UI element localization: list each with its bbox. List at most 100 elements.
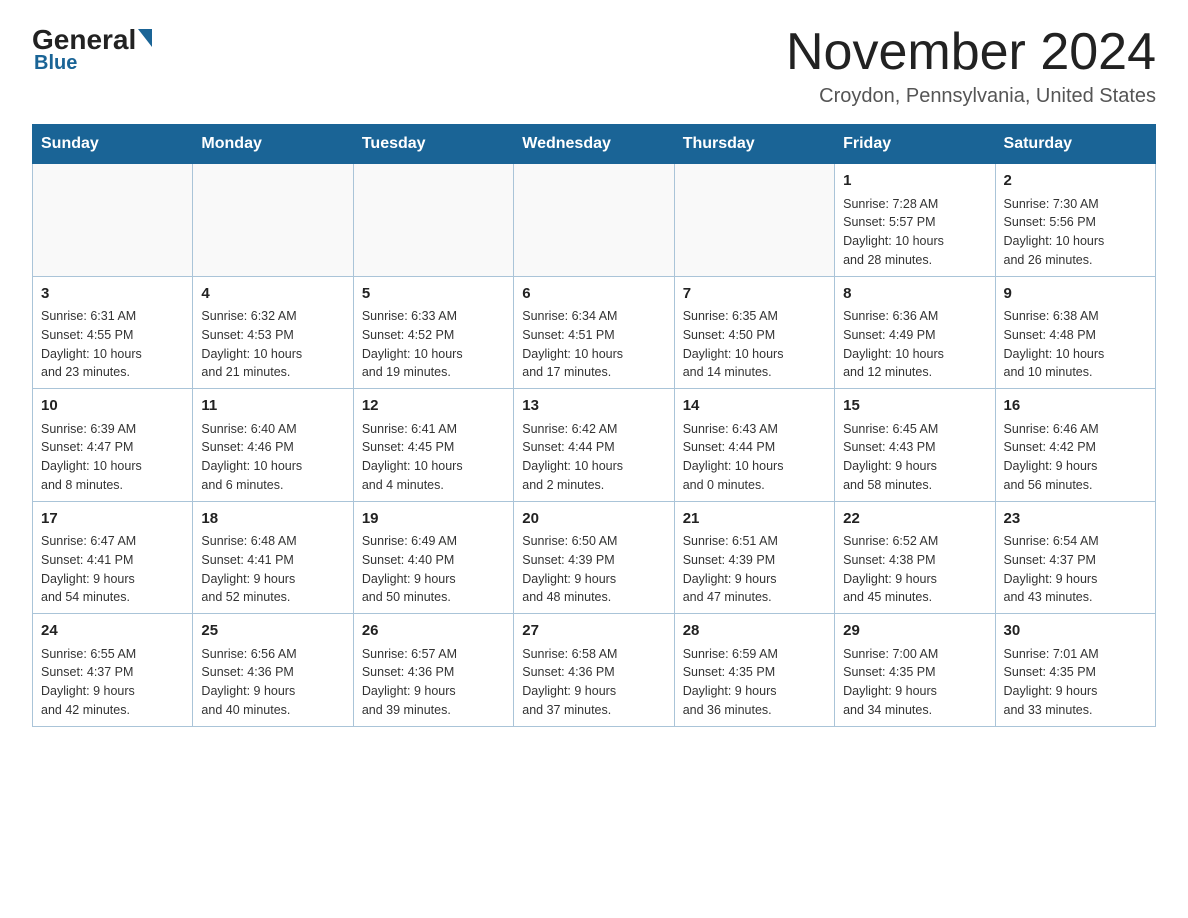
day-info: Sunrise: 7:30 AM Sunset: 5:56 PM Dayligh… <box>1004 195 1147 270</box>
day-number: 8 <box>843 283 986 306</box>
day-number: 27 <box>522 620 665 643</box>
calendar-cell: 2Sunrise: 7:30 AM Sunset: 5:56 PM Daylig… <box>995 164 1155 277</box>
month-title: November 2024 <box>786 24 1156 81</box>
day-info: Sunrise: 6:56 AM Sunset: 4:36 PM Dayligh… <box>201 645 344 720</box>
calendar-cell <box>33 164 193 277</box>
calendar-cell: 25Sunrise: 6:56 AM Sunset: 4:36 PM Dayli… <box>193 614 353 727</box>
day-info: Sunrise: 6:42 AM Sunset: 4:44 PM Dayligh… <box>522 420 665 495</box>
day-number: 3 <box>41 283 184 306</box>
weekday-header-saturday: Saturday <box>995 125 1155 164</box>
day-number: 5 <box>362 283 505 306</box>
logo-arrow-icon <box>138 29 152 47</box>
calendar-cell: 14Sunrise: 6:43 AM Sunset: 4:44 PM Dayli… <box>674 389 834 502</box>
weekday-header-wednesday: Wednesday <box>514 125 674 164</box>
week-row-4: 17Sunrise: 6:47 AM Sunset: 4:41 PM Dayli… <box>33 501 1156 614</box>
title-area: November 2024 Croydon, Pennsylvania, Uni… <box>786 24 1156 108</box>
weekday-header-tuesday: Tuesday <box>353 125 513 164</box>
day-number: 13 <box>522 395 665 418</box>
calendar-cell: 29Sunrise: 7:00 AM Sunset: 4:35 PM Dayli… <box>835 614 995 727</box>
calendar-cell: 4Sunrise: 6:32 AM Sunset: 4:53 PM Daylig… <box>193 276 353 389</box>
day-number: 6 <box>522 283 665 306</box>
calendar-cell: 27Sunrise: 6:58 AM Sunset: 4:36 PM Dayli… <box>514 614 674 727</box>
calendar-cell: 16Sunrise: 6:46 AM Sunset: 4:42 PM Dayli… <box>995 389 1155 502</box>
weekday-header-monday: Monday <box>193 125 353 164</box>
calendar-cell <box>514 164 674 277</box>
calendar-cell: 3Sunrise: 6:31 AM Sunset: 4:55 PM Daylig… <box>33 276 193 389</box>
day-info: Sunrise: 6:54 AM Sunset: 4:37 PM Dayligh… <box>1004 532 1147 607</box>
day-info: Sunrise: 6:57 AM Sunset: 4:36 PM Dayligh… <box>362 645 505 720</box>
weekday-header-sunday: Sunday <box>33 125 193 164</box>
day-info: Sunrise: 6:35 AM Sunset: 4:50 PM Dayligh… <box>683 307 826 382</box>
calendar-cell: 20Sunrise: 6:50 AM Sunset: 4:39 PM Dayli… <box>514 501 674 614</box>
day-info: Sunrise: 7:01 AM Sunset: 4:35 PM Dayligh… <box>1004 645 1147 720</box>
calendar-cell: 22Sunrise: 6:52 AM Sunset: 4:38 PM Dayli… <box>835 501 995 614</box>
calendar-table: SundayMondayTuesdayWednesdayThursdayFrid… <box>32 124 1156 727</box>
calendar-cell: 28Sunrise: 6:59 AM Sunset: 4:35 PM Dayli… <box>674 614 834 727</box>
weekday-header-friday: Friday <box>835 125 995 164</box>
calendar-cell: 19Sunrise: 6:49 AM Sunset: 4:40 PM Dayli… <box>353 501 513 614</box>
calendar-cell: 21Sunrise: 6:51 AM Sunset: 4:39 PM Dayli… <box>674 501 834 614</box>
day-info: Sunrise: 6:41 AM Sunset: 4:45 PM Dayligh… <box>362 420 505 495</box>
calendar-cell: 6Sunrise: 6:34 AM Sunset: 4:51 PM Daylig… <box>514 276 674 389</box>
calendar-cell: 13Sunrise: 6:42 AM Sunset: 4:44 PM Dayli… <box>514 389 674 502</box>
calendar-cell <box>353 164 513 277</box>
day-info: Sunrise: 6:47 AM Sunset: 4:41 PM Dayligh… <box>41 532 184 607</box>
week-row-3: 10Sunrise: 6:39 AM Sunset: 4:47 PM Dayli… <box>33 389 1156 502</box>
weekday-header-row: SundayMondayTuesdayWednesdayThursdayFrid… <box>33 125 1156 164</box>
day-info: Sunrise: 6:33 AM Sunset: 4:52 PM Dayligh… <box>362 307 505 382</box>
calendar-cell: 9Sunrise: 6:38 AM Sunset: 4:48 PM Daylig… <box>995 276 1155 389</box>
calendar-cell: 23Sunrise: 6:54 AM Sunset: 4:37 PM Dayli… <box>995 501 1155 614</box>
calendar-cell: 30Sunrise: 7:01 AM Sunset: 4:35 PM Dayli… <box>995 614 1155 727</box>
day-info: Sunrise: 6:31 AM Sunset: 4:55 PM Dayligh… <box>41 307 184 382</box>
day-info: Sunrise: 7:28 AM Sunset: 5:57 PM Dayligh… <box>843 195 986 270</box>
day-number: 17 <box>41 508 184 531</box>
calendar-cell: 17Sunrise: 6:47 AM Sunset: 4:41 PM Dayli… <box>33 501 193 614</box>
day-info: Sunrise: 6:59 AM Sunset: 4:35 PM Dayligh… <box>683 645 826 720</box>
day-info: Sunrise: 6:55 AM Sunset: 4:37 PM Dayligh… <box>41 645 184 720</box>
day-number: 9 <box>1004 283 1147 306</box>
header: General Blue November 2024 Croydon, Penn… <box>32 24 1156 108</box>
day-info: Sunrise: 6:32 AM Sunset: 4:53 PM Dayligh… <box>201 307 344 382</box>
day-number: 28 <box>683 620 826 643</box>
day-info: Sunrise: 6:52 AM Sunset: 4:38 PM Dayligh… <box>843 532 986 607</box>
day-info: Sunrise: 6:38 AM Sunset: 4:48 PM Dayligh… <box>1004 307 1147 382</box>
calendar-cell: 12Sunrise: 6:41 AM Sunset: 4:45 PM Dayli… <box>353 389 513 502</box>
day-number: 2 <box>1004 170 1147 193</box>
day-info: Sunrise: 6:49 AM Sunset: 4:40 PM Dayligh… <box>362 532 505 607</box>
day-number: 20 <box>522 508 665 531</box>
day-number: 25 <box>201 620 344 643</box>
day-number: 15 <box>843 395 986 418</box>
calendar-cell: 15Sunrise: 6:45 AM Sunset: 4:43 PM Dayli… <box>835 389 995 502</box>
calendar-cell: 11Sunrise: 6:40 AM Sunset: 4:46 PM Dayli… <box>193 389 353 502</box>
day-info: Sunrise: 6:48 AM Sunset: 4:41 PM Dayligh… <box>201 532 344 607</box>
day-number: 29 <box>843 620 986 643</box>
day-info: Sunrise: 6:40 AM Sunset: 4:46 PM Dayligh… <box>201 420 344 495</box>
day-number: 11 <box>201 395 344 418</box>
weekday-header-thursday: Thursday <box>674 125 834 164</box>
day-info: Sunrise: 6:58 AM Sunset: 4:36 PM Dayligh… <box>522 645 665 720</box>
day-number: 26 <box>362 620 505 643</box>
day-info: Sunrise: 6:50 AM Sunset: 4:39 PM Dayligh… <box>522 532 665 607</box>
day-number: 21 <box>683 508 826 531</box>
day-number: 14 <box>683 395 826 418</box>
calendar-cell: 26Sunrise: 6:57 AM Sunset: 4:36 PM Dayli… <box>353 614 513 727</box>
calendar-cell <box>674 164 834 277</box>
day-number: 12 <box>362 395 505 418</box>
day-number: 10 <box>41 395 184 418</box>
calendar-cell: 10Sunrise: 6:39 AM Sunset: 4:47 PM Dayli… <box>33 389 193 502</box>
calendar-cell: 24Sunrise: 6:55 AM Sunset: 4:37 PM Dayli… <box>33 614 193 727</box>
day-info: Sunrise: 6:39 AM Sunset: 4:47 PM Dayligh… <box>41 420 184 495</box>
day-number: 7 <box>683 283 826 306</box>
logo: General Blue <box>32 24 152 75</box>
day-number: 4 <box>201 283 344 306</box>
day-info: Sunrise: 6:36 AM Sunset: 4:49 PM Dayligh… <box>843 307 986 382</box>
week-row-2: 3Sunrise: 6:31 AM Sunset: 4:55 PM Daylig… <box>33 276 1156 389</box>
day-info: Sunrise: 6:45 AM Sunset: 4:43 PM Dayligh… <box>843 420 986 495</box>
day-number: 19 <box>362 508 505 531</box>
calendar-cell: 18Sunrise: 6:48 AM Sunset: 4:41 PM Dayli… <box>193 501 353 614</box>
day-number: 1 <box>843 170 986 193</box>
location: Croydon, Pennsylvania, United States <box>786 85 1156 108</box>
calendar-cell <box>193 164 353 277</box>
week-row-5: 24Sunrise: 6:55 AM Sunset: 4:37 PM Dayli… <box>33 614 1156 727</box>
day-info: Sunrise: 7:00 AM Sunset: 4:35 PM Dayligh… <box>843 645 986 720</box>
